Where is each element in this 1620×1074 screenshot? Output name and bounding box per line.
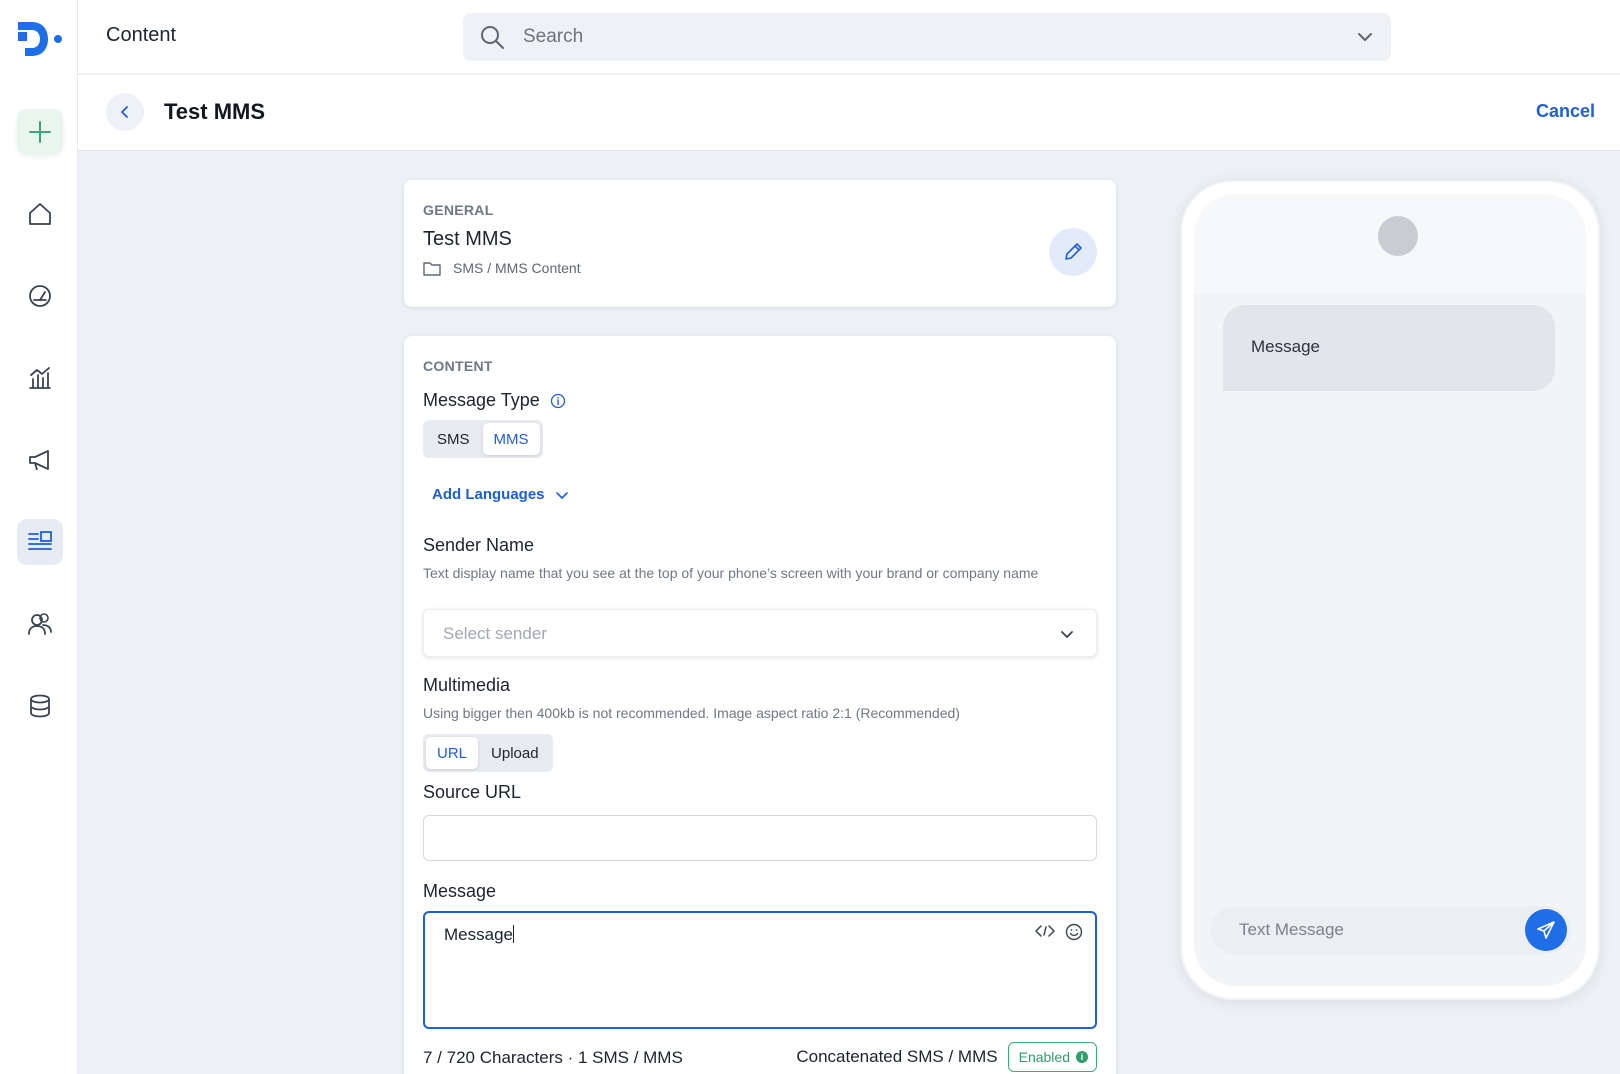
- chevron-down-icon: [555, 491, 568, 499]
- chevron-down-icon[interactable]: [1355, 27, 1375, 47]
- back-button[interactable]: [106, 93, 144, 131]
- phone-header: [1194, 194, 1586, 294]
- message-type-field: Message Type: [423, 390, 566, 411]
- megaphone-icon: [29, 450, 49, 471]
- chevron-down-icon: [1061, 631, 1073, 638]
- search-input[interactable]: [523, 13, 1323, 61]
- folder-name: SMS / MMS Content: [453, 260, 581, 276]
- source-url-label: Source URL: [423, 782, 522, 802]
- multimedia-label: Multimedia: [423, 675, 511, 695]
- sidebar: [0, 0, 78, 1074]
- avatar: [1378, 216, 1418, 256]
- plus-icon: [29, 121, 51, 143]
- message-bubble: Message: [1223, 305, 1555, 391]
- send-button[interactable]: [1525, 909, 1567, 951]
- content-icon: [28, 531, 52, 550]
- search-bar[interactable]: [463, 13, 1391, 61]
- content-name: Test MMS: [423, 228, 512, 250]
- nav-home[interactable]: [17, 191, 63, 237]
- concatenated-label: Concatenated SMS / MMS: [796, 1047, 998, 1066]
- message-label: Message: [423, 881, 497, 901]
- multimedia-toggle: URL Upload: [423, 734, 553, 772]
- phone-preview: Message Text Message: [1180, 180, 1600, 1000]
- top-bar: Content: [78, 0, 1620, 74]
- cancel-button[interactable]: Cancel: [1536, 101, 1595, 122]
- multimedia-url[interactable]: URL: [426, 737, 479, 769]
- nav-data[interactable]: [17, 683, 63, 729]
- content-card: CONTENT Message Type SMS MMS Add Languag…: [404, 336, 1116, 1074]
- source-url-input[interactable]: [423, 815, 1097, 861]
- home-icon: [29, 203, 51, 225]
- message-type-label: Message Type: [423, 390, 540, 410]
- message-tools: [1035, 923, 1083, 941]
- sender-select-placeholder: Select sender: [443, 624, 547, 643]
- database-icon: [30, 694, 50, 718]
- audience-icon: [28, 613, 52, 635]
- message-type-toggle: SMS MMS: [423, 420, 543, 458]
- status-badge-text: Enabled: [1018, 1049, 1070, 1065]
- add-languages-label: Add Languages: [432, 486, 545, 503]
- nav-audience[interactable]: [17, 601, 63, 647]
- page-header: Test MMS Cancel: [78, 75, 1620, 151]
- emoji-icon[interactable]: [1065, 923, 1083, 941]
- compose-placeholder: Text Message: [1239, 920, 1344, 939]
- search-icon: [481, 26, 504, 49]
- message-value: Message: [444, 925, 513, 944]
- general-card: GENERAL Test MMS SMS / MMS Content: [404, 180, 1116, 307]
- pencil-icon: [1065, 243, 1082, 260]
- text-caret: [512, 925, 514, 943]
- dashboard-gauge-icon: [29, 285, 51, 307]
- nav-campaigns[interactable]: [17, 437, 63, 483]
- info-icon[interactable]: [550, 393, 566, 409]
- nav-content[interactable]: [17, 519, 63, 565]
- app-title: Content: [106, 24, 177, 46]
- multimedia-upload[interactable]: Upload: [480, 737, 550, 769]
- character-count: 7 / 720 Characters · 1 SMS / MMS: [423, 1048, 683, 1067]
- chevron-left-icon: [121, 106, 128, 118]
- folder-icon: [423, 261, 441, 276]
- status-badge: Enabled i: [1007, 1042, 1097, 1072]
- message-textarea[interactable]: Message: [423, 911, 1097, 1029]
- folder-path: SMS / MMS Content: [423, 260, 581, 276]
- bubble-text: Message: [1251, 337, 1320, 356]
- brand-logo-icon[interactable]: [16, 18, 64, 60]
- content-section-label: CONTENT: [423, 358, 493, 374]
- nav-analytics[interactable]: [17, 355, 63, 401]
- sender-select[interactable]: Select sender: [423, 609, 1097, 657]
- sender-name-label: Sender Name: [423, 535, 535, 555]
- code-tags-icon[interactable]: [1035, 923, 1055, 939]
- edit-general-button[interactable]: [1049, 228, 1097, 276]
- general-section-label: GENERAL: [423, 202, 494, 218]
- message-type-sms[interactable]: SMS: [426, 423, 481, 455]
- analytics-icon: [29, 367, 51, 389]
- send-icon: [1537, 921, 1555, 939]
- info-dot-icon[interactable]: i: [1076, 1051, 1088, 1063]
- nav-dashboard[interactable]: [17, 273, 63, 319]
- phone-screen: Message Text Message: [1194, 194, 1586, 986]
- multimedia-help: Using bigger then 400kb is not recommend…: [423, 705, 960, 721]
- add-languages-button[interactable]: Add Languages: [432, 486, 569, 503]
- sender-name-help: Text display name that you see at the to…: [423, 565, 1039, 581]
- message-text: Message: [444, 925, 514, 945]
- message-type-mms[interactable]: MMS: [482, 423, 540, 455]
- page-title: Test MMS: [164, 99, 266, 124]
- create-new-button[interactable]: [17, 109, 63, 155]
- compose-bar: Text Message: [1211, 906, 1571, 954]
- concatenated-status: Concatenated SMS / MMS Enabled i: [796, 1042, 1097, 1072]
